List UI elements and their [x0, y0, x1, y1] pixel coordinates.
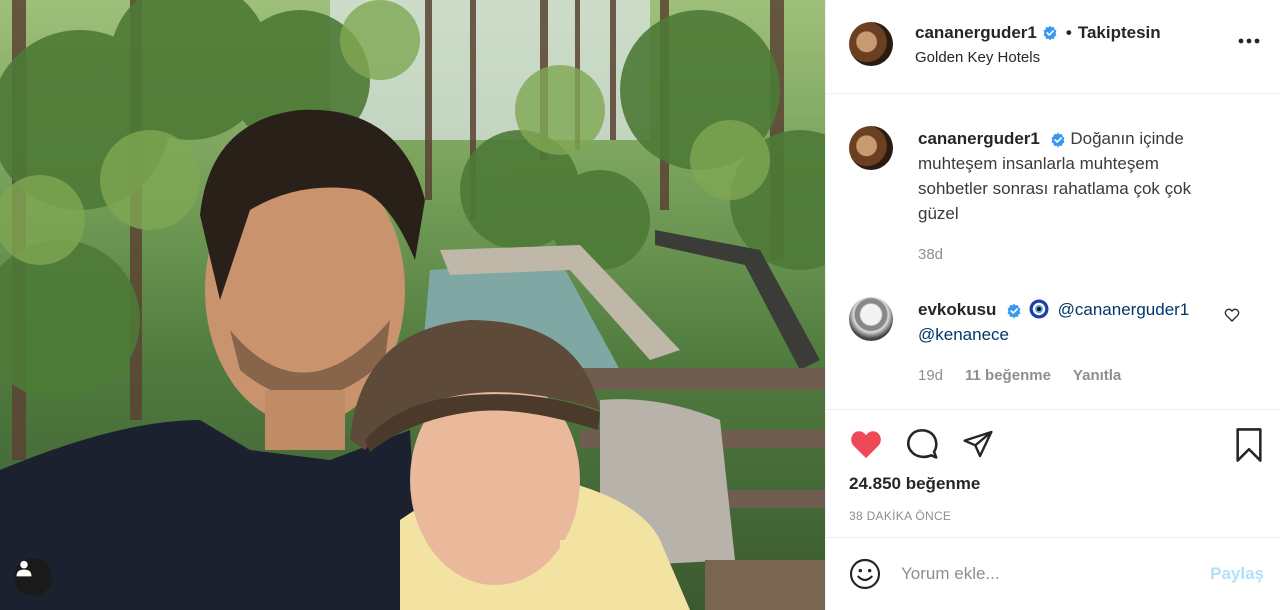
- bookmark-icon: [1236, 428, 1262, 462]
- comment-body: evkokusu @cananerguder1 @kenanece 19d 11…: [918, 297, 1233, 388]
- author-username[interactable]: cananerguder1: [915, 22, 1037, 44]
- post-sidebar: cananerguder1 • Takiptesin Golden Key Ho…: [825, 0, 1280, 610]
- post-actions: 24.850 beğenme 38 DAKİKA ÖNCE: [826, 409, 1280, 537]
- comments-section[interactable]: cananerguder1 Doğanın içinde muhteşem in…: [826, 94, 1280, 409]
- action-icons: [849, 424, 1264, 464]
- like-heart-icon: [851, 431, 881, 459]
- emoji-button[interactable]: [849, 558, 881, 590]
- comment-item: evkokusu @cananerguder1 @kenanece 19d 11…: [849, 297, 1264, 388]
- post-comment-button[interactable]: Paylaş: [1210, 564, 1264, 584]
- user-tag-icon: [16, 560, 32, 577]
- like-button[interactable]: [849, 428, 883, 460]
- caption-avatar[interactable]: [849, 126, 893, 170]
- share-icon: [963, 430, 993, 458]
- separator-dot: •: [1065, 23, 1072, 42]
- verified-badge-icon: [1051, 132, 1065, 147]
- evil-eye-icon: [1029, 299, 1049, 319]
- post-view: cananerguder1 • Takiptesin Golden Key Ho…: [0, 0, 1280, 610]
- comment-heart-icon[interactable]: [1224, 307, 1240, 323]
- avatar[interactable]: [849, 22, 893, 66]
- post-timestamp[interactable]: 38 DAKİKA ÖNCE: [849, 509, 1264, 523]
- comment-icon: [907, 429, 938, 459]
- caption-username[interactable]: cananerguder1: [918, 129, 1040, 148]
- following-button[interactable]: Takiptesin: [1078, 22, 1161, 44]
- photo-illustration: [0, 0, 825, 610]
- comment-username[interactable]: evkokusu: [918, 300, 996, 319]
- post-header: cananerguder1 • Takiptesin Golden Key Ho…: [826, 0, 1280, 94]
- verified-badge-icon: [1007, 303, 1021, 318]
- emoji-icon: [849, 558, 881, 590]
- header-line: cananerguder1 • Takiptesin: [915, 22, 1161, 44]
- comment-input[interactable]: [901, 564, 1211, 584]
- add-comment-bar: Paylaş: [826, 537, 1280, 610]
- likes-count[interactable]: 24.850 beğenme: [849, 474, 1264, 494]
- caption-meta: 38d: [918, 242, 1233, 267]
- caption: cananerguder1 Doğanın içinde muhteşem in…: [849, 126, 1264, 267]
- comment-button[interactable]: [905, 427, 939, 461]
- post-photo[interactable]: [0, 0, 825, 610]
- caption-age[interactable]: 38d: [918, 242, 943, 267]
- caption-body: cananerguder1 Doğanın içinde muhteşem in…: [918, 126, 1233, 267]
- comment-likes[interactable]: 11 beğenme: [965, 363, 1051, 388]
- more-options-icon[interactable]: [1238, 38, 1260, 44]
- location-link[interactable]: Golden Key Hotels: [915, 49, 1161, 66]
- verified-badge-icon: [1043, 25, 1057, 41]
- share-button[interactable]: [961, 428, 995, 460]
- comment-age[interactable]: 19d: [918, 363, 943, 388]
- reply-button[interactable]: Yanıtla: [1073, 363, 1121, 388]
- header-text: cananerguder1 • Takiptesin Golden Key Ho…: [915, 22, 1161, 66]
- comment-mention-2[interactable]: @kenanece: [918, 325, 1009, 344]
- comment-avatar[interactable]: [849, 297, 893, 341]
- user-tag-button[interactable]: [14, 558, 52, 596]
- comment-mention-1[interactable]: @cananerguder1: [1058, 300, 1190, 319]
- comment-meta: 19d 11 beğenme Yanıtla: [918, 363, 1233, 388]
- save-button[interactable]: [1234, 428, 1264, 467]
